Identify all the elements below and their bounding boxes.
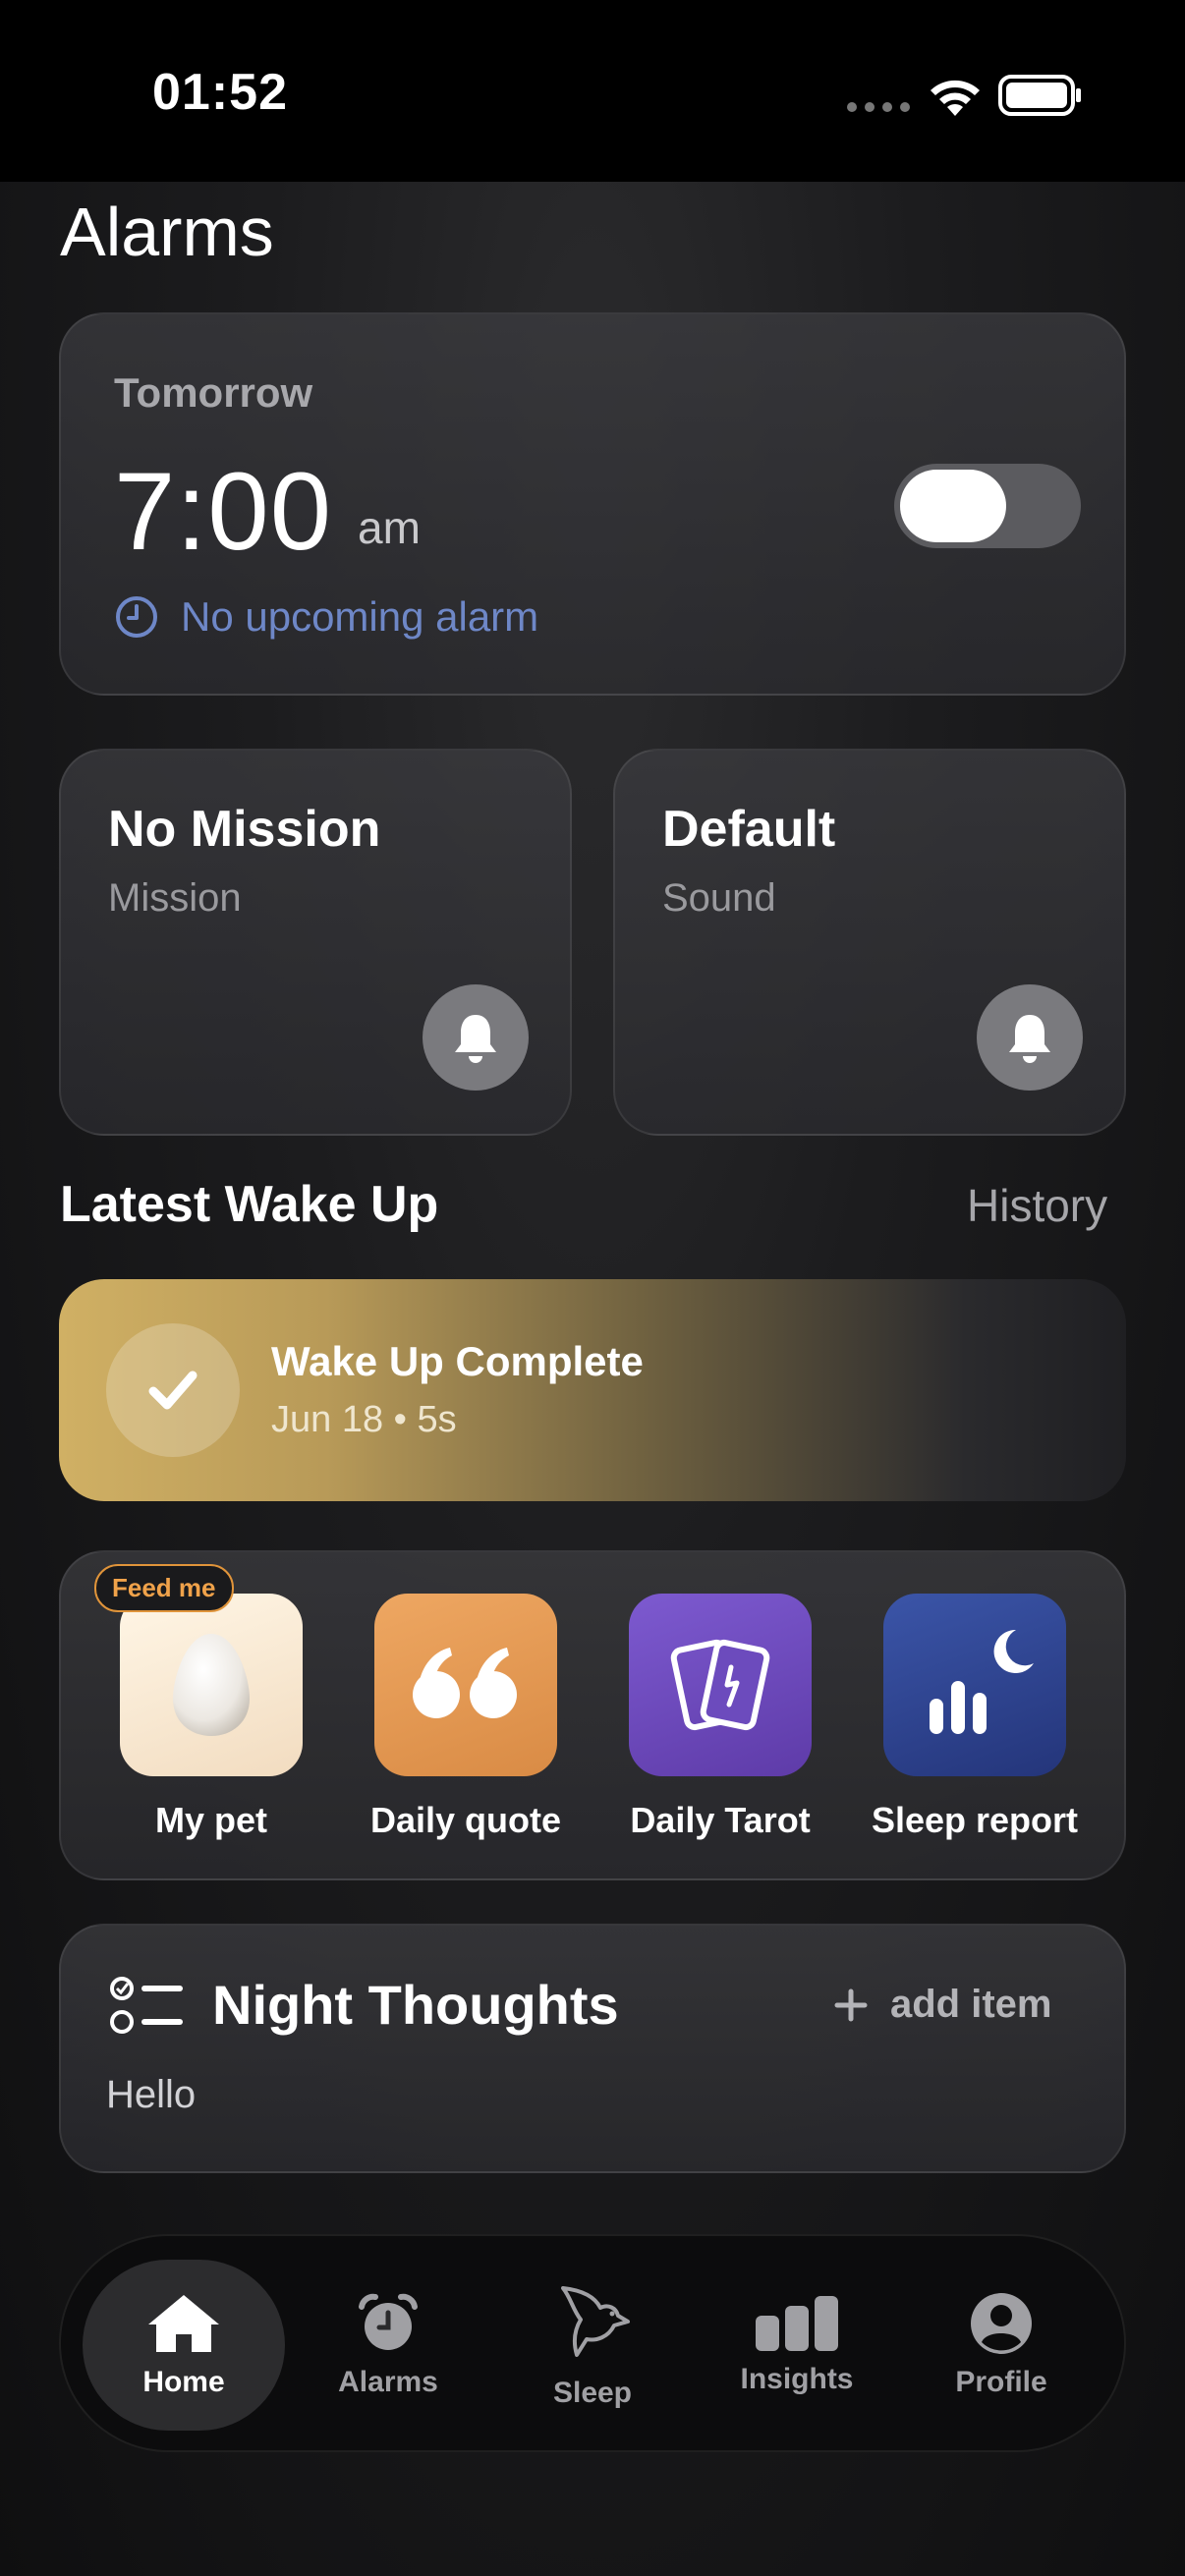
sleep-report-icon — [930, 1629, 1034, 1734]
pet-tile: Feed me — [94, 1564, 303, 1776]
shortcuts-card: Feed me My pet Daily quote Daily Tarot S… — [59, 1550, 1126, 1880]
tab-label: Home — [142, 2366, 225, 2398]
tarot-cards-icon — [670, 1639, 770, 1731]
status-bar: 01:52 — [0, 0, 1185, 182]
tab-label: Insights — [740, 2363, 854, 2395]
mission-subtitle: Mission — [108, 876, 242, 920]
wifi-icon — [931, 80, 980, 116]
app-label: Daily Tarot — [630, 1800, 811, 1840]
app-label: Sleep report — [871, 1800, 1079, 1840]
sound-bell-button[interactable] — [977, 984, 1083, 1091]
checklist-icon — [110, 1977, 183, 2034]
status-time: 01:52 — [152, 64, 288, 121]
bell-icon — [455, 1015, 496, 1063]
quote-tile — [374, 1594, 557, 1776]
cellular-signal-icon — [847, 102, 910, 112]
tab-label: Profile — [955, 2366, 1047, 2398]
latest-wake-up-title: Latest Wake Up — [60, 1176, 439, 1233]
mission-card[interactable]: No Mission Mission — [59, 749, 572, 1136]
app-label: Daily quote — [369, 1800, 562, 1840]
mission-title: No Mission — [108, 801, 381, 858]
wake-up-complete-card[interactable]: Wake Up Complete Jun 18 • 5s — [59, 1279, 1126, 1501]
tab-insights[interactable]: Insights — [696, 2260, 898, 2431]
sound-subtitle: Sound — [662, 876, 776, 920]
quote-icon — [413, 1648, 517, 1718]
alarm-clock-icon — [359, 2293, 418, 2350]
night-thoughts-card[interactable]: Night Thoughts add item Hello — [59, 1924, 1126, 2173]
tarot-tile — [629, 1594, 812, 1776]
app-label: My pet — [154, 1800, 267, 1840]
tab-alarms[interactable]: Alarms — [287, 2260, 489, 2431]
bell-icon — [1009, 1015, 1050, 1063]
feed-me-badge: Feed me — [94, 1564, 234, 1612]
wake-up-subtitle: Jun 18 • 5s — [271, 1399, 457, 1440]
alarm-day-label: Tomorrow — [114, 369, 313, 416]
night-thought-item[interactable]: Hello — [106, 2073, 196, 2117]
profile-icon — [971, 2293, 1032, 2354]
tab-label: Alarms — [338, 2366, 438, 2398]
app-daily-quote[interactable]: Daily quote — [348, 1594, 584, 1841]
tab-label: Sleep — [552, 2377, 633, 2409]
mission-bell-button[interactable] — [423, 984, 529, 1091]
alarm-card[interactable]: Tomorrow 7:00 am No upcoming alarm — [59, 312, 1126, 696]
alarm-ampm: am — [358, 502, 421, 553]
wake-up-title: Wake Up Complete — [271, 1338, 644, 1384]
plus-icon — [834, 1988, 868, 2021]
bird-icon — [561, 2286, 630, 2357]
app-sleep-report[interactable]: Sleep report — [857, 1594, 1093, 1841]
bar-chart-icon — [756, 2296, 838, 2351]
battery-icon — [998, 75, 1081, 116]
tab-sleep[interactable]: Sleep — [491, 2260, 694, 2431]
night-thoughts-title: Night Thoughts — [212, 1974, 619, 2036]
alarm-status: No upcoming alarm — [114, 593, 538, 641]
history-link[interactable]: History — [967, 1179, 1107, 1232]
toggle-knob — [900, 470, 1006, 542]
tab-profile[interactable]: Profile — [900, 2260, 1102, 2431]
alarm-time: 7:00 — [114, 450, 332, 573]
sleep-tile — [883, 1594, 1066, 1776]
alarm-status-text: No upcoming alarm — [181, 593, 539, 640]
home-icon — [148, 2295, 219, 2352]
add-item-button[interactable]: add item — [833, 1983, 1051, 2027]
tab-home[interactable]: Home — [83, 2260, 285, 2431]
page-title: Alarms — [60, 194, 274, 270]
screen: 01:52 Alarms Tomorrow 7:00 am No upcomin… — [0, 0, 1185, 2576]
sound-title: Default — [662, 801, 836, 858]
egg-icon — [173, 1634, 250, 1736]
sound-card[interactable]: Default Sound — [613, 749, 1126, 1136]
app-my-pet[interactable]: Feed me My pet — [93, 1564, 329, 1841]
app-daily-tarot[interactable]: Daily Tarot — [602, 1594, 838, 1841]
clock-icon — [116, 596, 157, 638]
add-item-label: add item — [890, 1983, 1052, 2026]
check-icon — [106, 1323, 240, 1457]
tab-bar: Home Alarms Sleep Insights Profile — [59, 2234, 1126, 2452]
alarm-toggle[interactable] — [894, 464, 1081, 548]
